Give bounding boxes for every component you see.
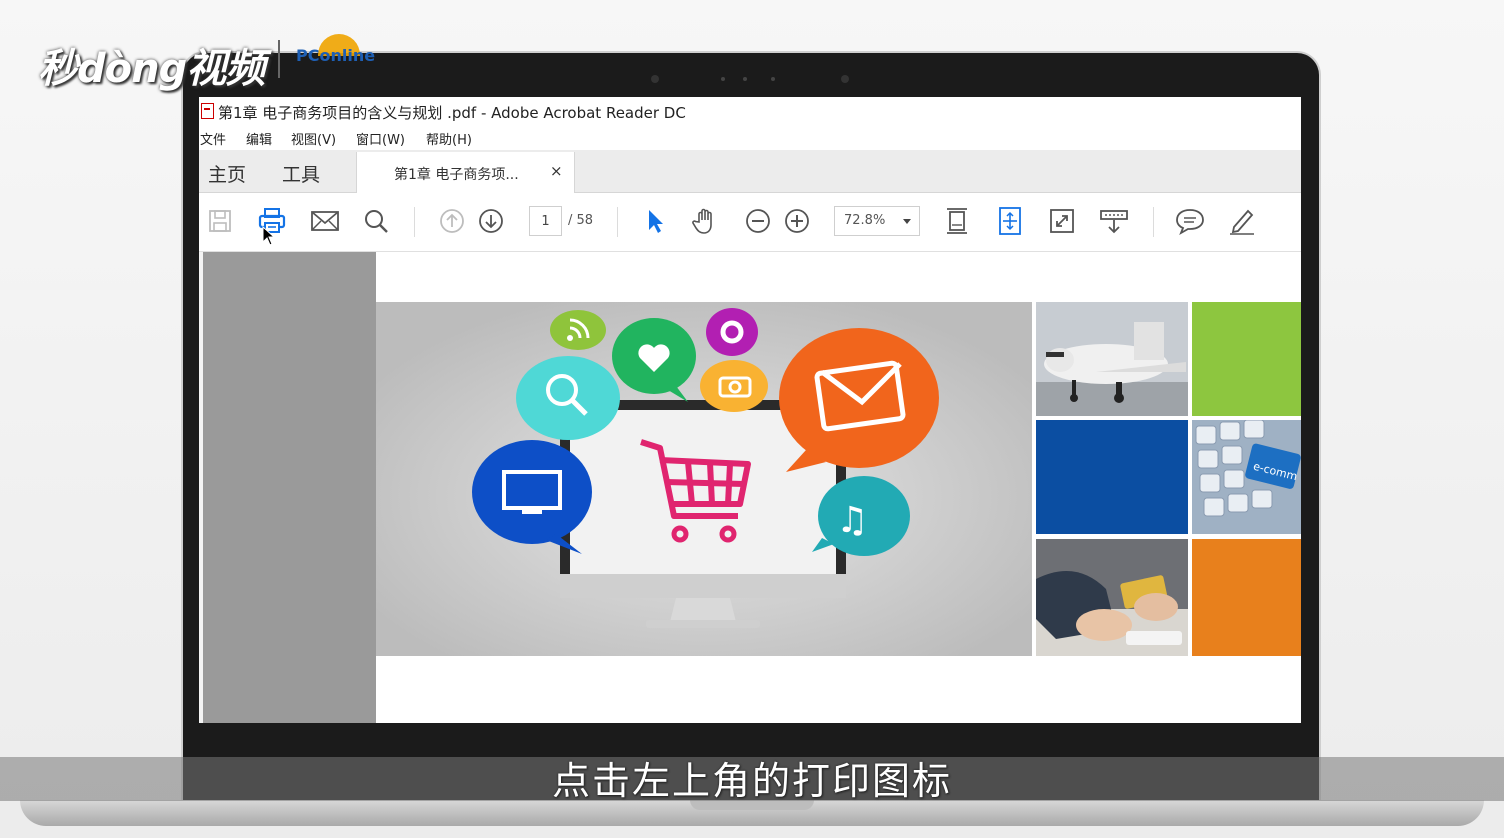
brand-logo: 秒dòng视频	[38, 46, 265, 92]
blue-tile	[1036, 420, 1188, 534]
page-down-icon[interactable]	[475, 205, 507, 237]
zoom-in-icon[interactable]	[781, 205, 813, 237]
toolbar-divider	[617, 207, 618, 237]
page-total: / 58	[568, 213, 594, 228]
tab-document[interactable]: 第1章 电子商务项... ×	[356, 152, 575, 193]
zoom-out-icon[interactable]	[742, 205, 774, 237]
comment-icon[interactable]	[1174, 205, 1206, 237]
fit-page-icon[interactable]	[942, 205, 974, 237]
rotate-icon[interactable]	[994, 205, 1026, 237]
ecommerce-illustration: ♫	[376, 302, 1032, 656]
camera-dot	[721, 77, 725, 81]
svg-text:♫: ♫	[836, 500, 868, 541]
card-payment-photo	[1036, 539, 1188, 656]
save-icon[interactable]	[205, 205, 237, 237]
menu-window[interactable]: 窗口(W)	[356, 129, 405, 148]
camera-dot	[841, 75, 849, 83]
zoom-select[interactable]: 72.8%	[834, 206, 920, 236]
video-subtitle: 点击左上角的打印图标	[551, 759, 952, 803]
close-tab-icon[interactable]: ×	[550, 162, 563, 180]
navigation-pane	[203, 252, 376, 723]
page-up-icon[interactable]	[436, 205, 468, 237]
tab-bar: 主页 工具 第1章 电子商务项... ×	[199, 150, 1301, 193]
page-number-input[interactable]: 1	[529, 206, 562, 236]
menu-view[interactable]: 视图(V)	[291, 129, 336, 148]
logo-divider	[278, 40, 280, 78]
hand-tool-icon[interactable]	[690, 205, 722, 237]
airplane-photo	[1036, 302, 1188, 416]
camera-dot	[651, 75, 659, 83]
zoom-value: 72.8%	[844, 213, 886, 228]
title-bar: 第1章 电子商务项目的含义与规划 .pdf - Adobe Acrobat Re…	[199, 97, 1301, 125]
search-icon[interactable]	[360, 205, 392, 237]
menu-help[interactable]: 帮助(H)	[426, 129, 472, 148]
menu-bar: 文件 编辑 视图(V) 窗口(W) 帮助(H)	[199, 125, 1301, 150]
select-cursor-icon[interactable]	[639, 205, 671, 237]
email-icon[interactable]	[309, 205, 341, 237]
fullscreen-icon[interactable]	[1046, 205, 1078, 237]
menu-edit[interactable]: 编辑	[246, 129, 272, 148]
toolbar-divider	[1153, 207, 1154, 237]
pconline-logo: PConline	[296, 46, 376, 65]
orange-tile	[1192, 539, 1301, 656]
camera-dot	[771, 77, 775, 81]
window-title: 第1章 电子商务项目的含义与规划 .pdf - Adobe Acrobat Re…	[218, 104, 686, 122]
pdf-file-icon	[201, 103, 214, 119]
sign-icon[interactable]	[1226, 205, 1258, 237]
document-area: ♫ e-comm	[199, 252, 1301, 723]
acrobat-window: 第1章 电子商务项目的含义与规划 .pdf - Adobe Acrobat Re…	[199, 97, 1301, 723]
mouse-cursor-icon	[262, 226, 276, 246]
keyboard-photo: e-comm	[1192, 419, 1301, 534]
toolbar-divider	[414, 207, 415, 237]
tab-tools[interactable]: 工具	[282, 160, 320, 187]
tab-home[interactable]: 主页	[208, 160, 246, 187]
chevron-down-icon	[903, 219, 911, 224]
menu-file[interactable]: 文件	[200, 129, 226, 148]
tab-document-label: 第1章 电子商务项...	[394, 167, 519, 183]
toolbar: 1 / 58 72.8%	[199, 193, 1301, 252]
green-tile	[1192, 302, 1301, 416]
camera-dot	[743, 77, 747, 81]
read-mode-icon[interactable]	[1098, 205, 1130, 237]
